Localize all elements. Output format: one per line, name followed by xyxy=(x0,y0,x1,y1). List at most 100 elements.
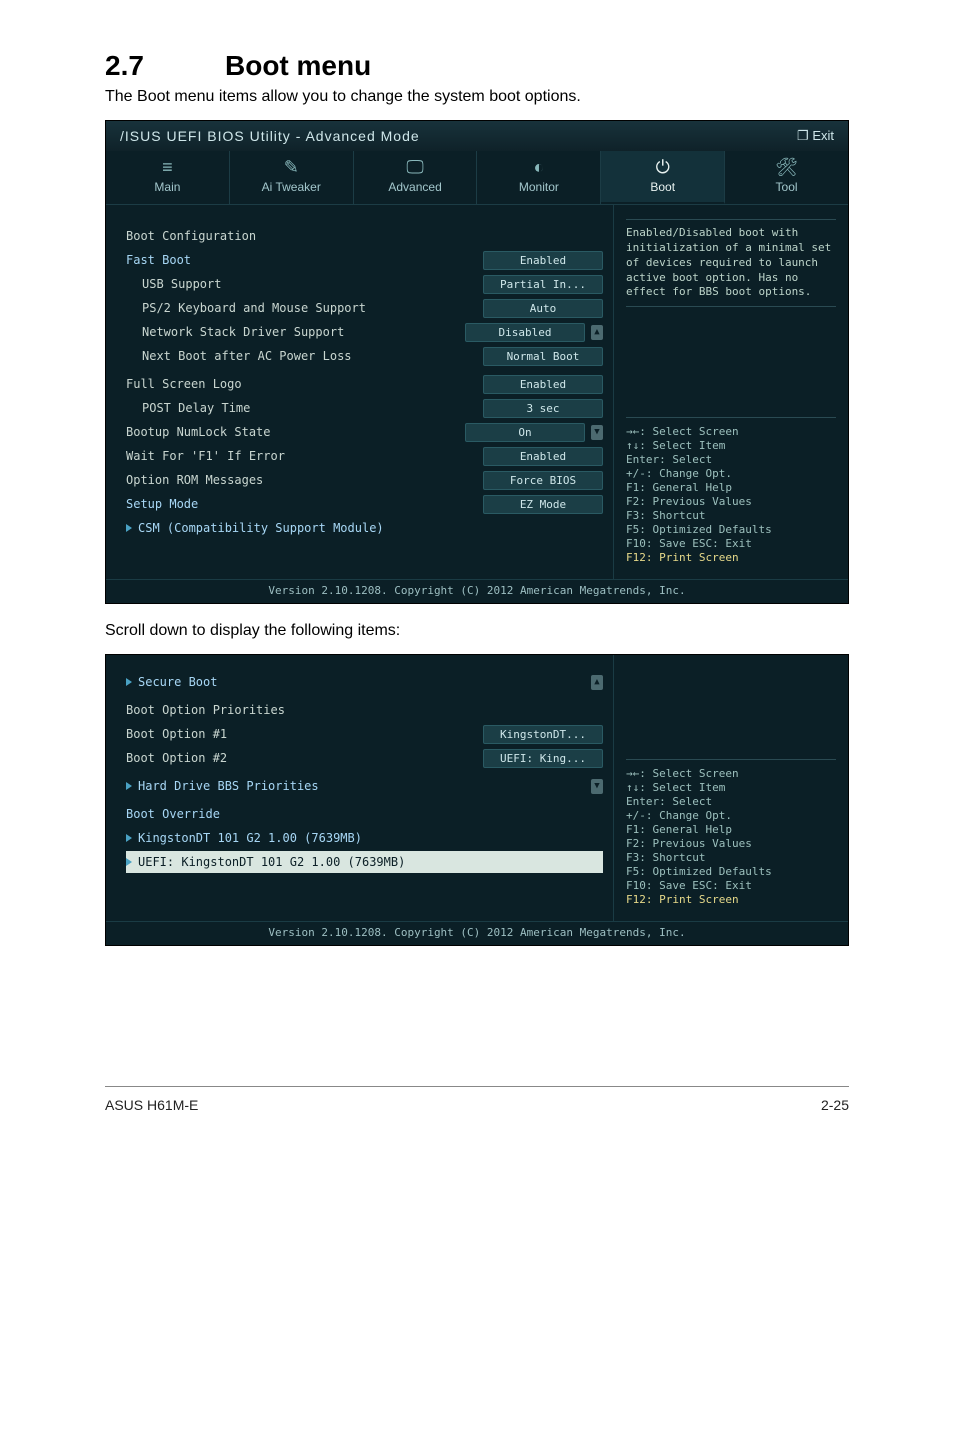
option-help-text: Enabled/Disabled boot with initializatio… xyxy=(626,219,836,307)
override-uefi-kingston-label: UEFI: KingstonDT 101 G2 1.00 (7639MB) xyxy=(138,855,603,869)
fast-boot-value[interactable]: Enabled xyxy=(483,251,603,270)
settings-pane-lower: Secure Boot ▲ Boot Option Priorities Boo… xyxy=(106,655,613,921)
tab-tool-label: Tool xyxy=(776,180,798,194)
key-f10-esc: F10: Save ESC: Exit xyxy=(626,537,836,550)
override-uefi-kingston-row[interactable]: UEFI: KingstonDT 101 G2 1.00 (7639MB) xyxy=(126,851,603,873)
scroll-up-handle[interactable]: ▲ xyxy=(591,325,603,340)
key-help: →←: Select Screen ↑↓: Select Item Enter:… xyxy=(626,417,836,564)
scroll-down-handle[interactable]: ▼ xyxy=(591,779,603,794)
boot-option-2-row[interactable]: Boot Option #2 UEFI: King... xyxy=(126,747,603,769)
section-heading: 2.7Boot menu xyxy=(105,50,849,82)
override-kingston-label: KingstonDT 101 G2 1.00 (7639MB) xyxy=(138,831,603,845)
next-boot-row[interactable]: Next Boot after AC Power Loss Normal Boo… xyxy=(126,345,603,367)
boot-option-2-value[interactable]: UEFI: King... xyxy=(483,749,603,768)
footer-page-number: 2-25 xyxy=(821,1097,849,1113)
exit-button[interactable]: ❐ Exit xyxy=(797,128,834,144)
usb-support-value[interactable]: Partial In... xyxy=(483,275,603,294)
key-select-item: ↑↓: Select Item xyxy=(626,781,836,794)
tab-main-label: Main xyxy=(154,180,180,194)
key-f5: F5: Optimized Defaults xyxy=(626,865,836,878)
bios-window-lower: Secure Boot ▲ Boot Option Priorities Boo… xyxy=(105,654,849,946)
full-logo-value[interactable]: Enabled xyxy=(483,375,603,394)
section-number: 2.7 xyxy=(105,50,225,82)
numlock-row[interactable]: Bootup NumLock State On ▼ xyxy=(126,421,603,443)
boot-option-1-row[interactable]: Boot Option #1 KingstonDT... xyxy=(126,723,603,745)
tab-monitor-label: Monitor xyxy=(519,180,559,194)
numlock-value[interactable]: On xyxy=(465,423,585,442)
tweak-icon: ✎ xyxy=(230,157,353,178)
boot-configuration-header: Boot Configuration xyxy=(126,229,603,243)
scroll-down-handle[interactable]: ▼ xyxy=(591,425,603,440)
ps2-row[interactable]: PS/2 Keyboard and Mouse Support Auto xyxy=(126,297,603,319)
bios-footer-lower: Version 2.10.1208. Copyright (C) 2012 Am… xyxy=(106,921,848,945)
next-boot-label: Next Boot after AC Power Loss xyxy=(126,349,483,363)
full-logo-row[interactable]: Full Screen Logo Enabled xyxy=(126,373,603,395)
net-stack-row[interactable]: Network Stack Driver Support Disabled ▲ xyxy=(126,321,603,343)
exit-label: Exit xyxy=(812,128,834,143)
bios-logo-title: /ISUS UEFI BIOS Utility - Advanced Mode xyxy=(120,128,420,144)
lock-icon: 🖵 xyxy=(354,157,477,178)
tab-tool[interactable]: 🛠Tool xyxy=(725,151,848,204)
setup-mode-value[interactable]: EZ Mode xyxy=(483,495,603,514)
usb-support-row[interactable]: USB Support Partial In... xyxy=(126,273,603,295)
csm-label: CSM (Compatibility Support Module) xyxy=(138,521,603,535)
key-enter: Enter: Select xyxy=(626,795,836,808)
post-delay-value[interactable]: 3 sec xyxy=(483,399,603,418)
hdd-bbs-row[interactable]: Hard Drive BBS Priorities ▼ xyxy=(126,775,603,797)
oprom-row[interactable]: Option ROM Messages Force BIOS xyxy=(126,469,603,491)
footer-product: ASUS H61M-E xyxy=(105,1097,198,1113)
key-change-opt: +/-: Change Opt. xyxy=(626,467,836,480)
tab-advanced-label: Advanced xyxy=(388,180,441,194)
key-f1: F1: General Help xyxy=(626,481,836,494)
boot-option-priorities-header: Boot Option Priorities xyxy=(126,703,603,717)
key-enter: Enter: Select xyxy=(626,453,836,466)
ps2-value[interactable]: Auto xyxy=(483,299,603,318)
key-f12: F12: Print Screen xyxy=(626,551,836,564)
post-delay-label: POST Delay Time xyxy=(126,401,483,415)
boot-option-1-label: Boot Option #1 xyxy=(126,727,483,741)
post-delay-row[interactable]: POST Delay Time 3 sec xyxy=(126,397,603,419)
override-kingston-row[interactable]: KingstonDT 101 G2 1.00 (7639MB) xyxy=(126,827,603,849)
bios-footer: Version 2.10.1208. Copyright (C) 2012 Am… xyxy=(106,579,848,603)
section-title: Boot menu xyxy=(225,50,371,81)
gauge-icon: ◐ xyxy=(477,157,600,178)
key-f5: F5: Optimized Defaults xyxy=(626,523,836,536)
next-boot-value[interactable]: Normal Boot xyxy=(483,347,603,366)
tab-boot-label: Boot xyxy=(650,180,675,194)
scroll-up-handle[interactable]: ▲ xyxy=(591,675,603,690)
hdd-bbs-label: Hard Drive BBS Priorities xyxy=(138,779,585,793)
list-icon: ≡ xyxy=(106,157,229,178)
csm-submenu-row[interactable]: CSM (Compatibility Support Module) xyxy=(126,517,603,539)
intro-text: The Boot menu items allow you to change … xyxy=(105,88,849,106)
power-icon: ⏻ xyxy=(601,157,724,178)
boot-override-header: Boot Override xyxy=(126,807,603,821)
settings-pane: Boot Configuration Fast Boot Enabled USB… xyxy=(106,205,613,579)
key-f3: F3: Shortcut xyxy=(626,509,836,522)
tab-main[interactable]: ≡ Main xyxy=(106,151,230,204)
setup-mode-row[interactable]: Setup Mode EZ Mode xyxy=(126,493,603,515)
secure-boot-row[interactable]: Secure Boot ▲ xyxy=(126,671,603,693)
fast-boot-row[interactable]: Fast Boot Enabled xyxy=(126,249,603,271)
wait-f1-label: Wait For 'F1' If Error xyxy=(126,449,483,463)
key-change-opt: +/-: Change Opt. xyxy=(626,809,836,822)
key-f2: F2: Previous Values xyxy=(626,495,836,508)
wait-f1-row[interactable]: Wait For 'F1' If Error Enabled xyxy=(126,445,603,467)
net-stack-value[interactable]: Disabled xyxy=(465,323,585,342)
key-select-screen: →←: Select Screen xyxy=(626,767,836,780)
tab-advanced[interactable]: 🖵 Advanced xyxy=(354,151,478,204)
bios-window-upper: /ISUS UEFI BIOS Utility - Advanced Mode … xyxy=(105,120,849,604)
tab-boot[interactable]: ⏻ Boot xyxy=(601,151,725,204)
key-f1: F1: General Help xyxy=(626,823,836,836)
fast-boot-label: Fast Boot xyxy=(126,253,483,267)
net-stack-label: Network Stack Driver Support xyxy=(126,325,465,339)
key-select-screen: →←: Select Screen xyxy=(626,425,836,438)
exit-icon: ❐ xyxy=(797,128,809,143)
help-pane: Enabled/Disabled boot with initializatio… xyxy=(613,205,848,579)
oprom-value[interactable]: Force BIOS xyxy=(483,471,603,490)
titlebar: /ISUS UEFI BIOS Utility - Advanced Mode … xyxy=(106,121,848,151)
boot-option-1-value[interactable]: KingstonDT... xyxy=(483,725,603,744)
key-f2: F2: Previous Values xyxy=(626,837,836,850)
wait-f1-value[interactable]: Enabled xyxy=(483,447,603,466)
tab-monitor[interactable]: ◐ Monitor xyxy=(477,151,601,204)
tab-ai-tweaker[interactable]: ✎Ai Tweaker xyxy=(230,151,354,204)
